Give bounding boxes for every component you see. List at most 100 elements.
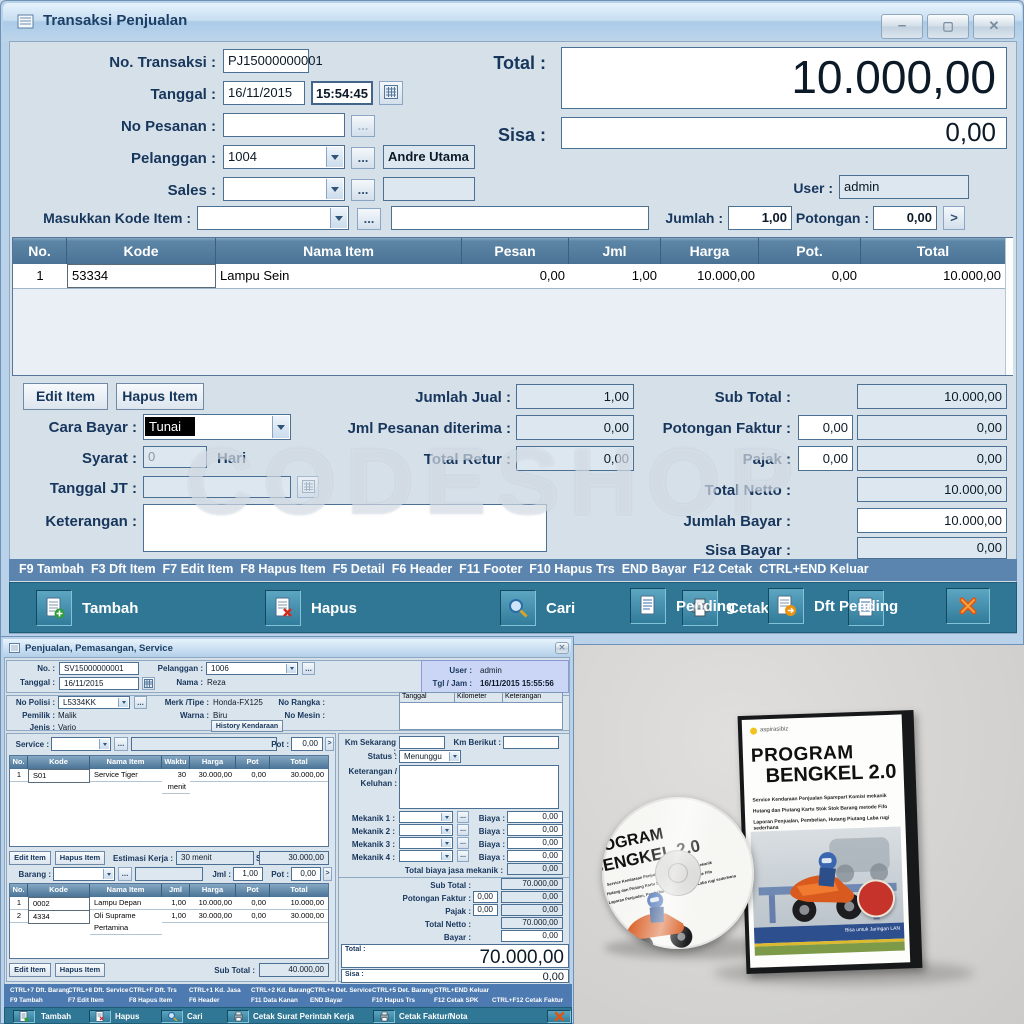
km-berikut-input[interactable] [503,736,559,749]
mekanik-1-browse-button[interactable]: ... [457,811,469,823]
chevron-down-icon[interactable] [326,179,343,199]
col-jml[interactable]: Jml [569,238,661,264]
barang-pot-input[interactable]: 0,00 [291,867,321,881]
pending-button[interactable]: Pending [676,598,735,615]
keterangan-input[interactable] [143,504,547,552]
col-pot[interactable]: Pot [236,884,270,897]
chevron-down-icon[interactable] [441,839,451,847]
calendar-button[interactable] [379,81,403,105]
service-titlebar[interactable]: Penjualan, Pemasangan, Service ✕ [3,639,571,657]
dft-pending-button[interactable]: Dft Pending [814,598,898,615]
close-button[interactable]: ✕ [973,14,1015,39]
jam-input[interactable]: 15:54:45 [311,81,373,105]
tambah-button[interactable]: Tambah [41,1012,71,1021]
jumlah-input[interactable]: 1,00 [728,206,792,230]
chevron-down-icon[interactable] [118,698,128,707]
col-harga[interactable]: Harga [661,238,759,264]
hapus-button[interactable]: Hapus [311,600,357,617]
chevron-down-icon[interactable] [449,752,459,761]
pelanggan-browse-button[interactable]: ... [302,662,315,675]
cetak-faktur-button[interactable]: Cetak Faktur/Nota [399,1012,467,1021]
col-pot[interactable]: Pot [236,756,270,769]
col-waktu[interactable]: Waktu [162,756,190,769]
barang-combo[interactable] [53,867,115,881]
mekanik-4-combo[interactable] [399,850,453,862]
jumlah-bayar-input[interactable]: 10.000,00 [857,508,1007,533]
col-harga[interactable]: Harga [190,884,236,897]
barang-add-button[interactable]: > [323,867,332,881]
mekanik-1-combo[interactable] [399,811,453,823]
sales-combo[interactable] [223,177,345,201]
col-no[interactable]: No. [10,884,28,897]
service-combo[interactable] [51,737,111,751]
tambah-button[interactable]: Tambah [82,600,138,617]
service-add-button[interactable]: > [325,737,334,751]
col-kode[interactable]: Kode [67,238,216,264]
no-pesanan-input[interactable] [223,113,345,137]
service-browse-button[interactable]: ... [114,737,128,751]
dft-pending-icon[interactable] [768,588,804,624]
col-nama-item[interactable]: Nama Item [90,884,162,897]
cell-kode[interactable]: 4334 [28,910,90,924]
chevron-down-icon[interactable] [99,739,109,749]
pelanggan-combo[interactable]: 1004 [223,145,345,169]
table-row[interactable]: 1 0002 Lampu Depan 1,00 10.000,00 0,00 1… [10,897,328,910]
table-row[interactable]: 1 S01 Service Tiger 30 menit 30.000,00 0… [10,769,328,782]
chevron-down-icon[interactable] [441,852,451,860]
col-kode[interactable]: Kode [28,884,90,897]
pajak-pct-input[interactable]: 0,00 [798,446,853,471]
tambah-icon[interactable] [36,590,72,626]
sales-browse-button[interactable]: ... [351,179,375,201]
grid-col-kilometer[interactable]: Kilometer [455,693,503,703]
cetak-spk-button[interactable]: Cetak Surat Perintah Kerja [253,1012,354,1021]
kode-item-combo[interactable] [197,206,349,230]
biaya-4-input[interactable]: 0,00 [507,850,563,862]
mekanik-3-browse-button[interactable]: ... [457,837,469,849]
close-transaction-icon[interactable] [547,1010,571,1023]
grid-col-keterangan[interactable]: Keterangan [503,693,562,703]
chevron-down-icon[interactable] [286,664,296,673]
add-item-button[interactable]: > [943,206,965,230]
hapus-icon[interactable] [265,590,301,626]
biaya-3-input[interactable]: 0,00 [507,837,563,849]
tambah-icon[interactable] [13,1010,35,1023]
chevron-down-icon[interactable] [326,147,343,167]
cari-button[interactable]: Cari [546,600,575,617]
potongan-faktur-pct-input[interactable]: 0,00 [798,415,853,440]
grid-col-tanggal[interactable]: Tanggal [400,693,455,703]
service-pot-input[interactable]: 0,00 [291,737,323,751]
table-scrollbar[interactable] [1005,238,1013,375]
col-nama-item[interactable]: Nama Item [90,756,162,769]
mekanik-2-combo[interactable] [399,824,453,836]
hapus-item-button[interactable]: Hapus Item [55,963,105,977]
syarat-input[interactable]: 0 [143,446,207,468]
barang-browse-button[interactable]: ... [118,867,132,881]
col-no[interactable]: No. [13,238,67,264]
calendar-button[interactable] [142,677,155,690]
cetak-spk-icon[interactable] [227,1010,249,1023]
col-nama-item[interactable]: Nama Item [216,238,462,264]
chevron-down-icon[interactable] [330,208,347,228]
mekanik-3-combo[interactable] [399,837,453,849]
tanggal-input[interactable]: 16/11/2015 [223,81,305,105]
col-jml[interactable]: Jml [162,884,190,897]
table-row[interactable]: 2 4334 Oli Suprame Pertamina 1,00 30.000… [10,910,328,923]
keterangan-keluhan-input[interactable] [399,765,559,809]
cara-bayar-combo[interactable]: Tunai [143,414,291,440]
no-polisi-browse-button[interactable]: ... [134,696,147,709]
cell-kode[interactable]: 53334 [67,264,216,288]
bayar-input[interactable]: 0,00 [501,930,563,942]
tanggal-jt-input[interactable] [143,476,291,498]
col-total[interactable]: Total [270,884,328,897]
edit-item-button[interactable]: Edit Item [9,963,51,977]
no-input[interactable]: SV15000000001 [59,662,139,675]
barang-jml-input[interactable]: 1,00 [233,867,263,881]
col-harga[interactable]: Harga [190,756,236,769]
edit-item-button[interactable]: Edit Item [23,383,108,410]
cetak-faktur-icon[interactable] [373,1010,395,1023]
col-total[interactable]: Total [861,238,1005,264]
biaya-1-input[interactable]: 0,00 [507,811,563,823]
no-transaksi-input[interactable]: PJ15000000001 [223,49,309,73]
pajak-pct-input[interactable]: 0,00 [473,904,498,916]
pf-pct-input[interactable]: 0,00 [473,891,498,903]
